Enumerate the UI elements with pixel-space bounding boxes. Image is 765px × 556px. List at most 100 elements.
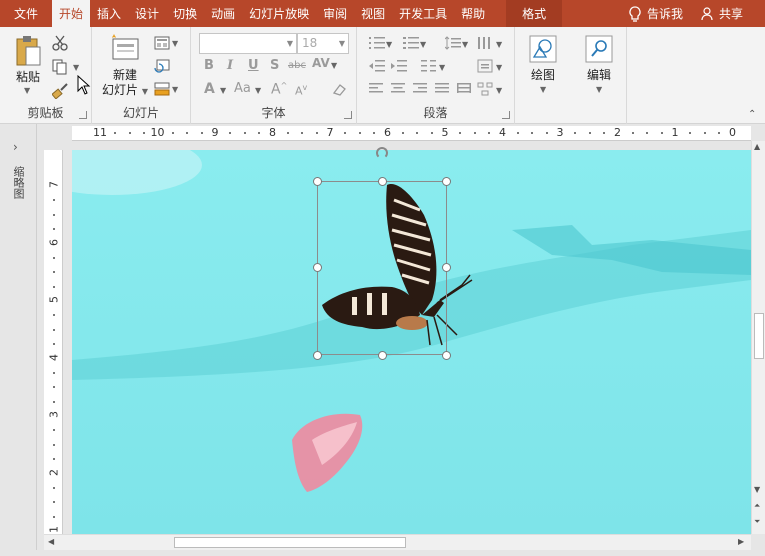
selection-box[interactable] xyxy=(317,181,447,355)
scroll-up-icon[interactable]: ▲ xyxy=(754,142,760,151)
drawing-dropdown-icon: ▼ xyxy=(540,85,547,94)
font-color-dropdown-icon[interactable]: ▼ xyxy=(220,86,226,95)
resize-handle-b[interactable] xyxy=(378,351,387,360)
shrink-font-icon[interactable]: Av xyxy=(295,83,307,98)
resize-handle-tl[interactable] xyxy=(313,177,322,186)
drawing-button[interactable]: 绘图 ▼ xyxy=(515,27,571,124)
copy-icon[interactable] xyxy=(52,59,68,75)
scroll-right-icon[interactable]: ▶ xyxy=(738,537,744,546)
vertical-scroll-thumb[interactable] xyxy=(754,313,764,359)
font-launcher[interactable] xyxy=(344,111,352,119)
tab-format[interactable]: 格式 xyxy=(506,0,563,27)
new-slide-button[interactable]: 新建 幻灯片 ▼ xyxy=(98,33,152,99)
editing-dropdown-icon: ▼ xyxy=(596,85,603,94)
paragraph-launcher[interactable] xyxy=(502,111,510,119)
align-left-icon[interactable] xyxy=(369,83,383,95)
tab-home[interactable]: 开始 xyxy=(52,0,91,27)
tab-file[interactable]: 文件 xyxy=(0,0,52,27)
font-color-icon[interactable]: A xyxy=(204,81,215,97)
tab-help[interactable]: 帮助 xyxy=(454,0,492,27)
ruler-h-tick xyxy=(631,132,634,134)
tab-insert[interactable]: 插入 xyxy=(90,0,128,27)
change-case-icon[interactable]: Aa xyxy=(234,81,251,96)
horizontal-scrollbar[interactable]: ◀ ▶ xyxy=(44,534,751,550)
tab-view[interactable]: 视图 xyxy=(354,0,392,27)
font-size-combo[interactable]: 18 ▼ xyxy=(297,33,349,54)
increase-indent-icon[interactable] xyxy=(391,60,407,72)
character-spacing-icon[interactable]: AV xyxy=(312,56,330,70)
format-painter-icon[interactable] xyxy=(52,83,68,99)
horizontal-scroll-thumb[interactable] xyxy=(174,537,406,548)
expand-thumbnails-icon[interactable]: › xyxy=(13,140,18,154)
resize-handle-br[interactable] xyxy=(442,351,451,360)
line-spacing-dropdown-icon[interactable]: ▼ xyxy=(462,40,468,49)
tab-review[interactable]: 审阅 xyxy=(316,0,354,27)
tab-design[interactable]: 设计 xyxy=(128,0,166,27)
bold-icon[interactable]: B xyxy=(204,58,214,73)
spacing-dropdown-icon[interactable]: ▼ xyxy=(331,61,337,70)
ruler-h-label: 10 xyxy=(150,126,165,139)
distributed-icon[interactable] xyxy=(457,83,471,95)
clipboard-launcher[interactable] xyxy=(79,111,87,119)
align-text-dropdown-icon[interactable]: ▼ xyxy=(496,63,502,72)
numbering-icon[interactable] xyxy=(403,37,419,49)
smartart-icon[interactable] xyxy=(477,82,493,96)
paste-button[interactable]: 粘贴 ▼ xyxy=(8,35,48,95)
new-slide-label-2: 幻灯片 ▼ xyxy=(102,83,148,97)
font-name-combo[interactable]: ▼ xyxy=(199,33,297,54)
shadow-icon[interactable]: S xyxy=(270,58,279,73)
justify-icon[interactable] xyxy=(435,83,449,95)
scroll-left-icon[interactable]: ◀ xyxy=(48,537,54,546)
decrease-indent-icon[interactable] xyxy=(369,60,385,72)
columns-dropdown-icon[interactable]: ▼ xyxy=(439,63,445,72)
reset-icon[interactable] xyxy=(154,59,170,73)
align-center-icon[interactable] xyxy=(391,83,405,95)
previous-slide-icon[interactable]: ⏶ xyxy=(754,501,760,511)
change-case-dropdown-icon[interactable]: ▼ xyxy=(255,86,261,95)
copy-dropdown-icon[interactable]: ▼ xyxy=(73,63,79,72)
columns-icon[interactable] xyxy=(421,60,437,72)
tab-slideshow[interactable]: 幻灯片放映 xyxy=(242,0,316,27)
resize-handle-t[interactable] xyxy=(378,177,387,186)
bullets-icon[interactable] xyxy=(369,37,385,49)
line-spacing-icon[interactable] xyxy=(445,36,461,50)
numbering-dropdown-icon[interactable]: ▼ xyxy=(420,40,426,49)
layout-dropdown-icon[interactable]: ▼ xyxy=(172,39,178,48)
ruler-h-tick xyxy=(703,132,706,134)
italic-icon[interactable]: I xyxy=(227,58,233,73)
collapse-ribbon-icon[interactable]: ⌃ xyxy=(748,109,756,120)
editing-button[interactable]: 编辑 ▼ xyxy=(571,27,627,124)
rotate-handle-icon[interactable] xyxy=(376,147,388,159)
align-right-icon[interactable] xyxy=(413,83,427,95)
text-direction-dropdown-icon[interactable]: ▼ xyxy=(496,40,502,49)
ruler-h-tick xyxy=(358,132,361,134)
ruler-h-tick xyxy=(373,132,376,134)
strikethrough-icon[interactable]: abc xyxy=(288,60,306,71)
underline-icon[interactable]: U xyxy=(248,58,259,73)
share-button[interactable]: 共享 xyxy=(693,5,765,22)
resize-handle-tr[interactable] xyxy=(442,177,451,186)
tell-me-search[interactable]: 告诉我 xyxy=(619,5,693,22)
clear-formatting-icon[interactable] xyxy=(331,83,347,97)
ruler-h-tick xyxy=(473,132,476,134)
next-slide-icon[interactable]: ⏷ xyxy=(754,517,760,527)
vertical-scrollbar[interactable]: ▲ ▼ ⏶ ⏷ xyxy=(751,141,765,534)
smartart-dropdown-icon[interactable]: ▼ xyxy=(496,86,502,95)
bullets-dropdown-icon[interactable]: ▼ xyxy=(386,40,392,49)
layout-icon[interactable] xyxy=(154,36,170,50)
resize-handle-bl[interactable] xyxy=(313,351,322,360)
ruler-v-tick xyxy=(53,429,55,432)
text-direction-icon[interactable] xyxy=(477,36,493,50)
resize-handle-l[interactable] xyxy=(313,263,322,272)
section-icon[interactable] xyxy=(154,82,170,96)
grow-font-icon[interactable]: A^ xyxy=(271,81,287,98)
ruler-h-tick xyxy=(574,132,577,134)
tab-animations[interactable]: 动画 xyxy=(204,0,242,27)
align-text-icon[interactable] xyxy=(477,59,493,73)
resize-handle-r[interactable] xyxy=(442,263,451,272)
scroll-down-icon[interactable]: ▼ xyxy=(754,485,760,494)
tab-transitions[interactable]: 切换 xyxy=(166,0,204,27)
cut-icon[interactable] xyxy=(52,35,68,51)
tab-developer[interactable]: 开发工具 xyxy=(392,0,454,27)
section-dropdown-icon[interactable]: ▼ xyxy=(172,85,178,94)
